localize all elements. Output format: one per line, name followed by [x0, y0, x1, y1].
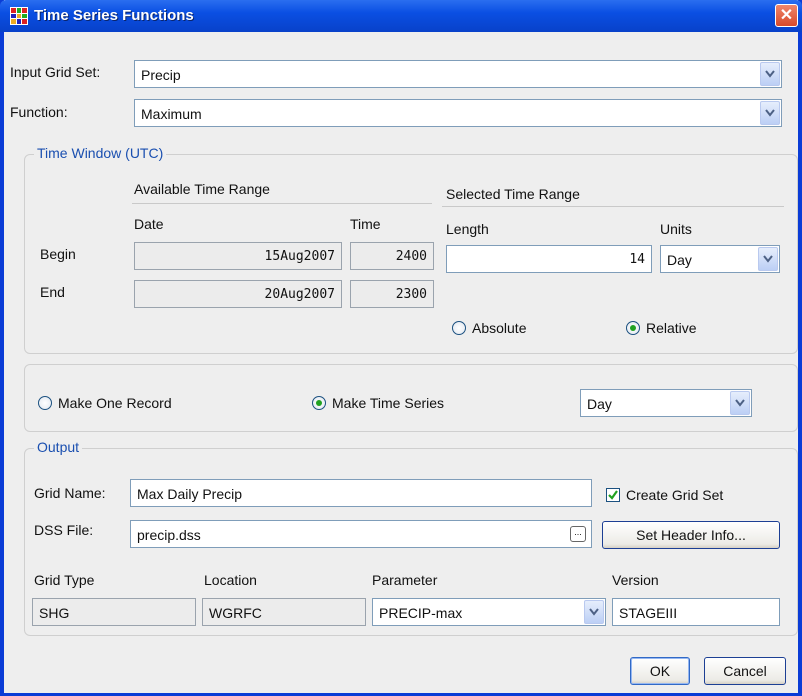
chevron-down-icon[interactable]	[760, 101, 780, 125]
grid-name-label: Grid Name:	[34, 485, 106, 501]
create-grid-set-label: Create Grid Set	[626, 487, 724, 503]
selected-divider	[442, 206, 784, 207]
units-select[interactable]: Day	[660, 245, 780, 273]
selected-time-range-heading: Selected Time Range	[446, 186, 580, 202]
time-series-functions-dialog: Time Series Functions ✕ Input Grid Set: …	[0, 0, 802, 696]
input-grid-set-value: Precip	[141, 67, 181, 83]
relative-label: Relative	[646, 320, 697, 336]
location-value: WGRFC	[209, 605, 262, 621]
output-title: Output	[34, 439, 83, 455]
close-icon: ✕	[779, 7, 794, 24]
grid-name-input[interactable]: Max Daily Precip	[130, 479, 592, 507]
chevron-down-icon[interactable]	[760, 62, 780, 86]
begin-label: Begin	[40, 246, 76, 262]
grid-name-value: Max Daily Precip	[137, 486, 243, 502]
units-label: Units	[660, 221, 692, 237]
input-grid-set-label: Input Grid Set:	[10, 64, 101, 80]
available-divider	[132, 203, 432, 204]
relative-radio[interactable]: Relative	[626, 320, 697, 336]
dss-file-value: precip.dss	[137, 527, 201, 543]
function-label: Function:	[10, 104, 68, 120]
title-bar[interactable]: Time Series Functions ✕	[0, 0, 802, 32]
length-value: 14	[629, 252, 645, 267]
length-label: Length	[446, 221, 489, 237]
close-button[interactable]: ✕	[775, 4, 798, 27]
end-date-field: 20Aug2007	[134, 280, 342, 308]
radio-selected-icon[interactable]	[312, 396, 326, 410]
time-series-interval-select[interactable]: Day	[580, 389, 752, 417]
begin-date-field: 15Aug2007	[134, 242, 342, 270]
grid-type-field: SHG	[32, 598, 196, 626]
grid-type-value: SHG	[39, 605, 70, 621]
chevron-down-icon[interactable]	[758, 247, 778, 271]
parameter-label: Parameter	[372, 572, 438, 588]
parameter-value: PRECIP-max	[379, 605, 463, 621]
time-series-interval-value: Day	[587, 396, 612, 412]
end-label: End	[40, 284, 65, 300]
browse-file-icon[interactable]: ...	[570, 526, 586, 542]
absolute-radio[interactable]: Absolute	[452, 320, 526, 336]
window-title: Time Series Functions	[34, 7, 194, 24]
parameter-select[interactable]: PRECIP-max	[372, 598, 606, 626]
begin-time-field: 2400	[350, 242, 434, 270]
dss-file-input[interactable]: precip.dss ...	[130, 520, 592, 548]
available-time-range-heading: Available Time Range	[134, 181, 270, 197]
length-input[interactable]: 14	[446, 245, 652, 273]
time-window-title: Time Window (UTC)	[34, 145, 167, 161]
version-input[interactable]: STAGEIII	[612, 598, 780, 626]
make-one-record-radio[interactable]: Make One Record	[38, 395, 172, 411]
set-header-info-button[interactable]: Set Header Info...	[602, 521, 780, 549]
version-label: Version	[612, 572, 659, 588]
date-column-header: Date	[134, 216, 164, 232]
grid-type-label: Grid Type	[34, 572, 95, 588]
location-label: Location	[204, 572, 257, 588]
radio-selected-icon[interactable]	[626, 321, 640, 335]
chevron-down-icon[interactable]	[730, 391, 750, 415]
version-value: STAGEIII	[619, 605, 678, 621]
end-date-value: 20Aug2007	[264, 287, 335, 302]
make-time-series-label: Make Time Series	[332, 395, 445, 411]
function-value: Maximum	[141, 106, 202, 122]
radio-unselected-icon[interactable]	[38, 396, 52, 410]
time-column-header: Time	[350, 216, 381, 232]
begin-time-value: 2400	[395, 249, 427, 264]
begin-date-value: 15Aug2007	[264, 249, 335, 264]
location-field: WGRFC	[202, 598, 366, 626]
function-select[interactable]: Maximum	[134, 99, 782, 127]
dss-file-label: DSS File:	[34, 522, 94, 538]
create-grid-set-checkbox[interactable]: Create Grid Set	[606, 487, 723, 503]
checkmark-icon[interactable]	[606, 488, 620, 502]
chevron-down-icon[interactable]	[584, 600, 604, 624]
end-time-value: 2300	[395, 287, 427, 302]
make-time-series-radio[interactable]: Make Time Series	[312, 395, 444, 411]
end-time-field: 2300	[350, 280, 434, 308]
grid-app-icon	[10, 7, 28, 25]
absolute-label: Absolute	[472, 320, 527, 336]
input-grid-set-select[interactable]: Precip	[134, 60, 782, 88]
make-one-record-label: Make One Record	[58, 395, 172, 411]
ok-button[interactable]: OK	[630, 657, 690, 685]
cancel-button[interactable]: Cancel	[704, 657, 786, 685]
units-value: Day	[667, 252, 692, 268]
radio-unselected-icon[interactable]	[452, 321, 466, 335]
